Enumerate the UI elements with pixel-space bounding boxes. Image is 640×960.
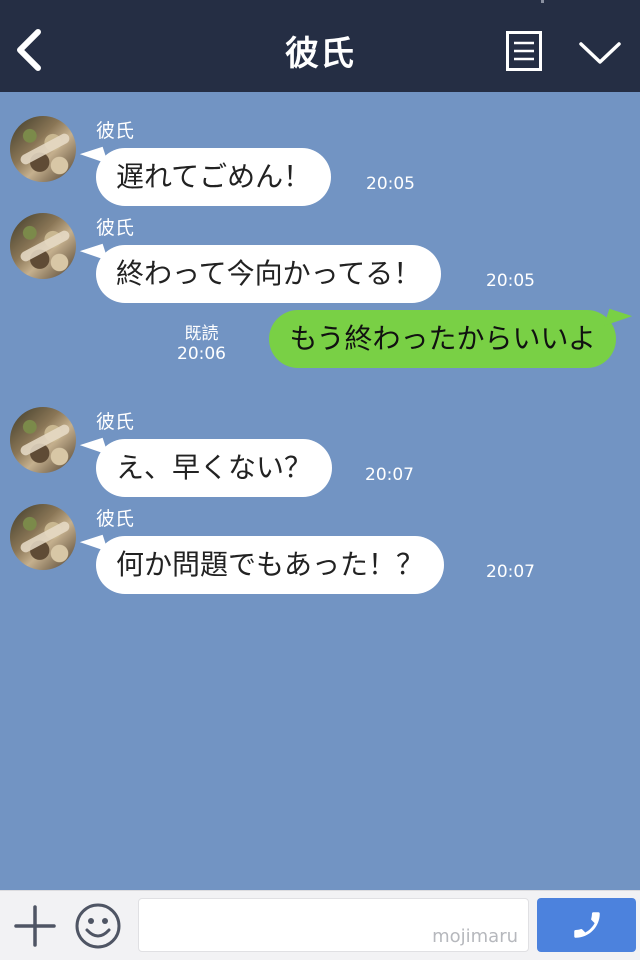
message-bubble[interactable]: え、早くない？	[96, 439, 333, 497]
message-bubble[interactable]: 何か問題でもあった！？	[96, 536, 445, 594]
avatar[interactable]	[10, 213, 76, 279]
message-time: 20:07	[486, 562, 535, 582]
chat-header: 彼氏	[0, 0, 640, 92]
menu-icon[interactable]	[506, 31, 542, 71]
chevron-down-icon[interactable]	[578, 38, 622, 68]
avatar[interactable]	[10, 504, 76, 570]
chat-area[interactable]: 彼氏 遅れてごめん！ 20:05 彼氏 終わって今向かってる！ 20:05 既読…	[0, 92, 640, 890]
sender-name: 彼氏	[96, 217, 135, 239]
sender-name: 彼氏	[96, 411, 135, 433]
call-button[interactable]	[537, 898, 636, 952]
phone-icon	[574, 912, 600, 938]
message-time: 20:07	[365, 465, 414, 485]
message-time: 20:05	[486, 271, 535, 291]
avatar[interactable]	[10, 116, 76, 182]
watermark: mojimaru	[432, 926, 518, 947]
message-time: 20:05	[366, 174, 415, 194]
input-bar: mojimaru	[0, 890, 640, 960]
avatar[interactable]	[10, 407, 76, 473]
plus-icon[interactable]	[14, 905, 56, 947]
message-time: 20:06	[177, 344, 226, 364]
sender-name: 彼氏	[96, 120, 135, 142]
message-input[interactable]: mojimaru	[138, 898, 529, 952]
sender-name: 彼氏	[96, 508, 135, 530]
emoji-icon[interactable]	[74, 902, 122, 950]
read-receipt: 既読 20:06	[177, 324, 226, 364]
message-bubble[interactable]: 遅れてごめん！	[96, 148, 332, 206]
status-tick	[541, 0, 544, 3]
message-bubble[interactable]: 終わって今向かってる！	[96, 245, 442, 303]
read-label: 既読	[184, 324, 219, 344]
my-message-bubble[interactable]: もう終わったからいいよ	[269, 310, 616, 368]
chat-title: 彼氏	[285, 34, 355, 74]
